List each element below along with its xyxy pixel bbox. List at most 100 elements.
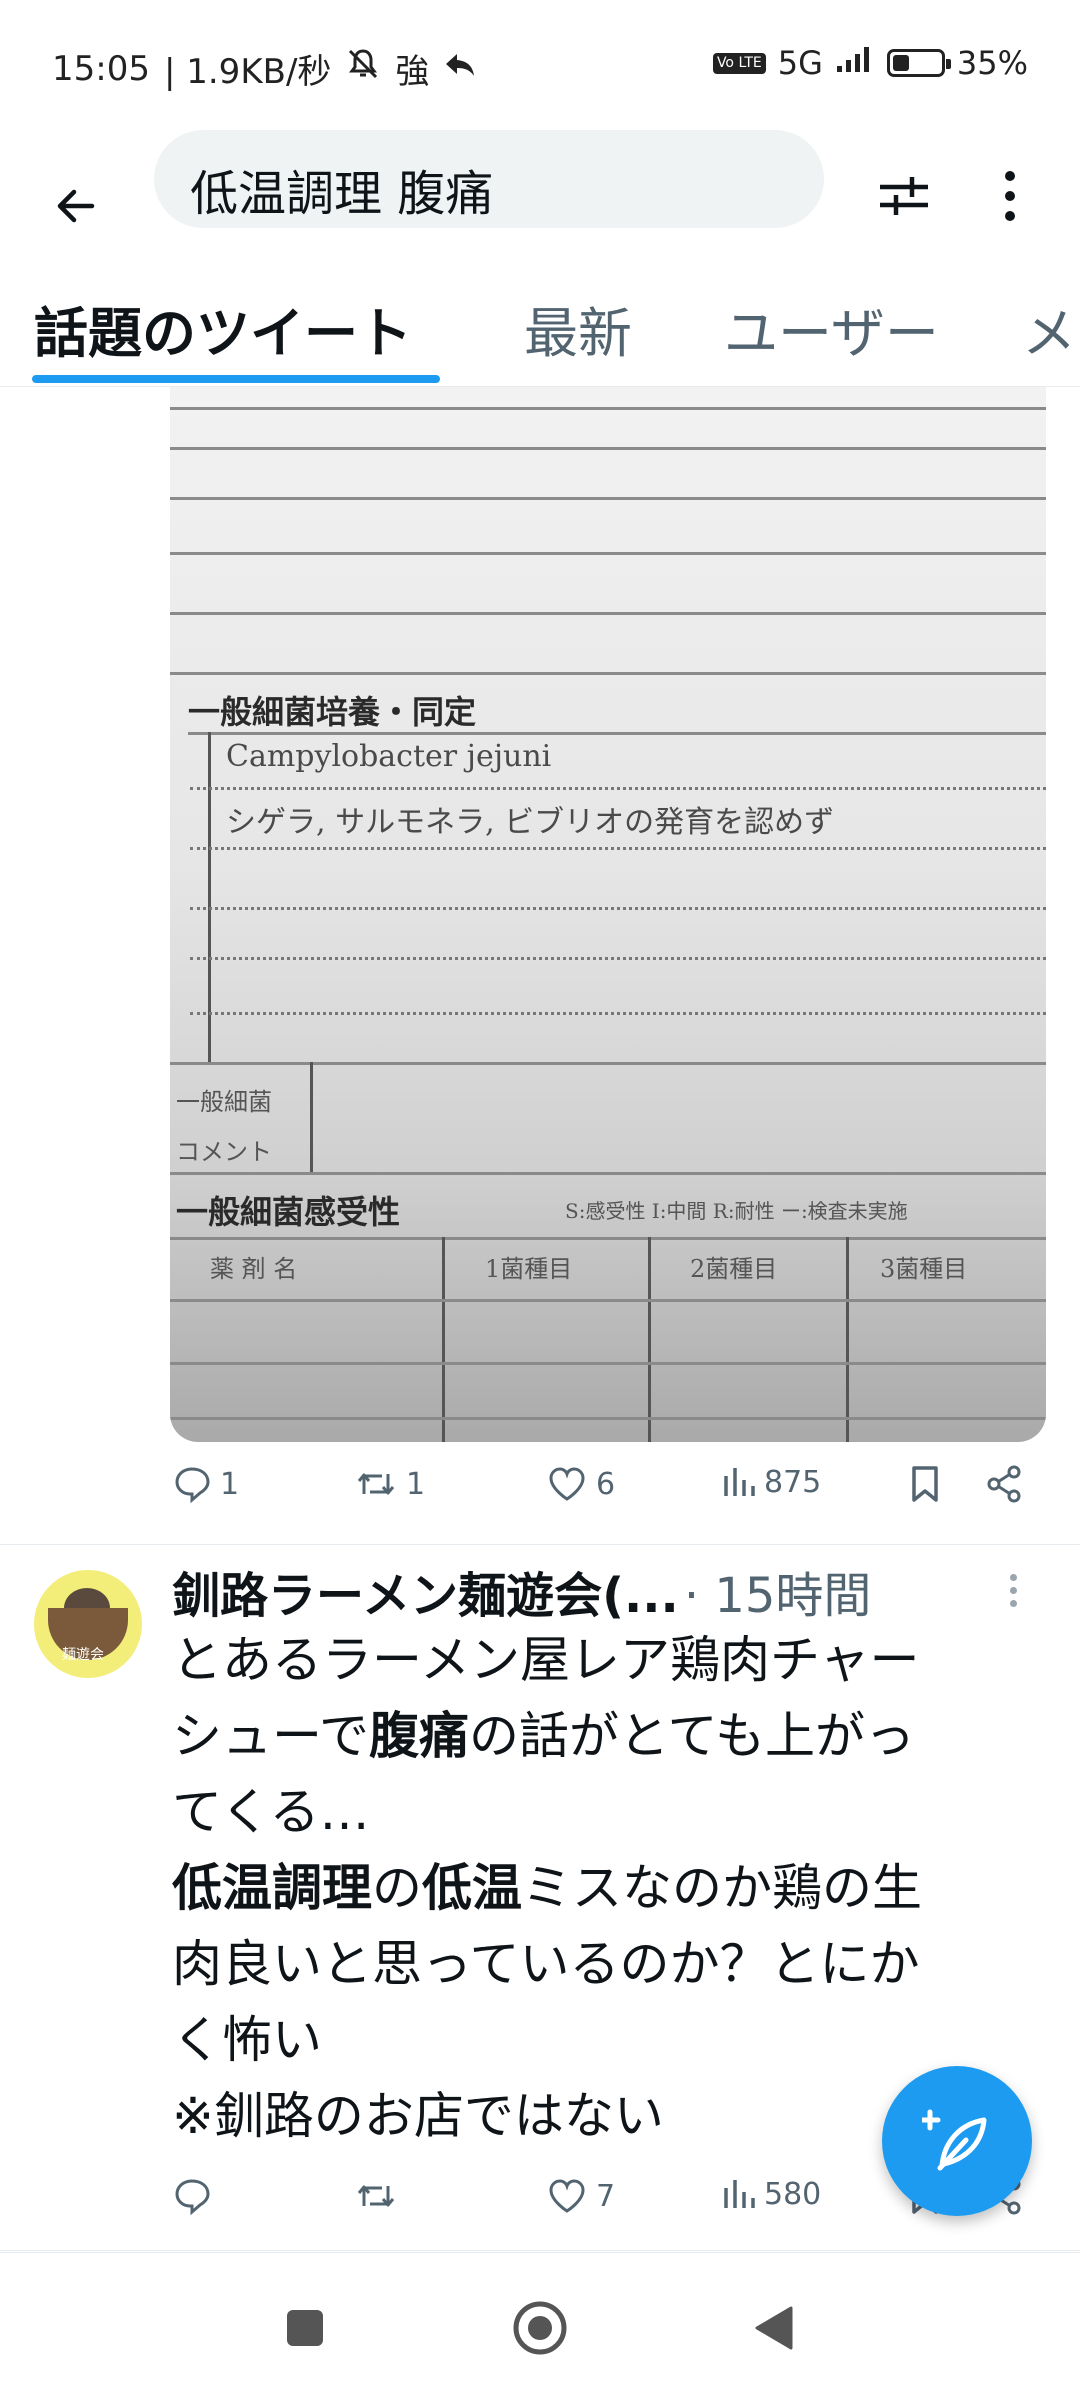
tab-media[interactable]: メ — [1022, 289, 1076, 368]
doc-dotted-rule — [190, 907, 1046, 910]
tweet-image[interactable]: 一般細菌培養・同定 Campylobacter jejuni シゲラ, サルモネ… — [170, 387, 1046, 1442]
doc-col-3: 3菌種目 — [880, 1255, 968, 1283]
doc-dotted-rule — [190, 957, 1046, 960]
doc-dotted-rule — [190, 847, 1046, 850]
doc-heading-sensitivity: 一般細菌感受性 — [176, 1193, 401, 1231]
tweet-text[interactable]: とあるラーメン屋レア鶏肉チャーシューで腹痛の話がとても上がってくる… 低温調理の低… — [172, 1622, 1032, 2154]
reply-icon — [175, 1467, 210, 1504]
tweet-text-line: シューで腹痛の話がとても上がっ — [172, 1698, 1032, 1774]
more-dot-icon — [1005, 191, 1015, 201]
like-button[interactable]: 7 — [546, 2176, 615, 2216]
tweet-text-line: てくる… — [172, 1774, 1032, 1850]
doc-rule — [442, 1237, 445, 1442]
highlighted-keyword: 低温調理 — [172, 1859, 372, 1917]
doc-col-drug: 薬 剤 名 — [210, 1255, 298, 1283]
doc-row-label-bacteria: 一般細菌 — [176, 1088, 272, 1116]
tweet-time: · 15時間 — [683, 1568, 872, 1624]
doc-dotted-rule — [190, 1012, 1046, 1015]
views-count: 580 — [764, 2176, 822, 2212]
heart-icon — [549, 1467, 585, 1501]
more-dot-icon — [1010, 1600, 1017, 1607]
battery-level — [892, 55, 909, 71]
tab-users[interactable]: ユーザー — [724, 289, 939, 368]
tab-latest[interactable]: 最新 — [524, 289, 632, 368]
tweet-text-line: 低温調理の低温ミスなのか鶏の生 — [172, 1850, 1032, 1926]
doc-note: シゲラ, サルモネラ, ビブリオの発育を認めず — [226, 805, 835, 840]
avatar-text: 麺遊会 — [62, 1647, 104, 1663]
tab-top-tweets[interactable]: 話題のツイート — [34, 289, 412, 368]
tweet-divider — [0, 1544, 1080, 1545]
tweet1-actions: 1 1 6 875 — [170, 1464, 1046, 1524]
tweet-text-segment: シューで — [172, 1707, 369, 1765]
status-time: 15:05 — [52, 48, 150, 89]
status-network: 5G — [777, 44, 823, 82]
doc-rule — [310, 1062, 313, 1172]
nav-back-button[interactable] — [740, 2293, 810, 2363]
sliders-icon — [880, 177, 928, 215]
doc-col-1: 1菌種目 — [485, 1255, 573, 1283]
tweet-text-segment: 肉良いと思っているのか？とにか — [172, 1935, 920, 1993]
nav-recents-button[interactable] — [270, 2293, 340, 2363]
doc-heading-culture: 一般細菌培養・同定 — [188, 693, 477, 731]
doc-rule — [170, 1237, 1046, 1240]
doc-rule — [170, 407, 1046, 410]
status-speed: | 1.9KB/秒 — [163, 52, 332, 92]
back-button[interactable] — [40, 170, 112, 242]
more-dot-icon — [1010, 1587, 1017, 1594]
square-icon — [287, 2310, 323, 2346]
tweet-text-segment: ミスなのか鶏の生 — [522, 1859, 922, 1917]
status-bar: 15:05 | 1.9KB/秒 強 Vo LTE 5G 35% — [0, 0, 1080, 130]
reply-button[interactable]: 1 — [172, 1464, 239, 1504]
tweet-text-segment: の話がとても上がっ — [469, 1707, 915, 1765]
home-circle-icon — [513, 2301, 567, 2355]
search-tabs: 話題のツイート 最新 ユーザー メ — [0, 275, 1080, 387]
views-button[interactable]: 580 — [722, 2176, 821, 2212]
tweet-text-line: く怖い — [172, 2002, 1032, 2078]
doc-rule — [170, 552, 1046, 555]
status-battery-text: 35% — [956, 44, 1028, 82]
tweet2-header: 釧路ラーメン麺遊会(... · 15時間 — [172, 1556, 1012, 1626]
signal-icon — [835, 44, 875, 82]
retweet-icon — [357, 1473, 395, 1495]
like-count: 6 — [596, 1466, 616, 1502]
search-query: 低温調理 腹痛 — [190, 166, 494, 222]
back-arrow-icon — [57, 189, 95, 223]
back-triangle-icon — [755, 2306, 793, 2350]
bookmark-button[interactable] — [908, 1464, 942, 1504]
retweet-button[interactable] — [354, 2176, 406, 2216]
search-filter-button[interactable] — [868, 160, 940, 232]
mute-icon — [345, 46, 381, 91]
compose-tweet-button[interactable] — [882, 2066, 1032, 2216]
status-signal-text: 強 — [395, 52, 430, 92]
doc-rule — [170, 1299, 1046, 1302]
doc-row-label-comment: コメント — [176, 1138, 272, 1166]
tweet-more-button[interactable] — [1010, 1574, 1017, 1607]
like-button[interactable]: 6 — [546, 1464, 615, 1504]
status-left: 15:05 | 1.9KB/秒 強 — [52, 44, 477, 93]
doc-rule — [170, 497, 1046, 500]
doc-rule — [170, 612, 1046, 615]
search-input[interactable]: 低温調理 腹痛 — [154, 130, 824, 228]
battery-icon — [886, 49, 951, 77]
more-options-button[interactable] — [980, 160, 1040, 232]
author-name[interactable]: 釧路ラーメン麺遊会(... — [172, 1568, 679, 1624]
retweet-count: 1 — [406, 1466, 426, 1502]
retweet-button[interactable]: 1 — [354, 1464, 425, 1504]
nav-home-button[interactable] — [505, 2293, 575, 2363]
tweet-text-segment: く怖い — [172, 2011, 322, 2069]
avatar[interactable]: 麺遊会 — [34, 1570, 142, 1678]
status-right: Vo LTE 5G 35% — [712, 44, 1028, 82]
tweet-text-segment: とあるラーメン屋レア鶏肉チャー — [172, 1631, 920, 1689]
tweet-text-segment: てくる… — [172, 1783, 370, 1841]
search-header: 低温調理 腹痛 — [0, 130, 1080, 270]
views-button[interactable]: 875 — [722, 1464, 821, 1500]
share-button[interactable] — [984, 1464, 1024, 1504]
tweet-text-segment: の — [372, 1859, 422, 1917]
doc-rule — [188, 732, 1046, 735]
doc-legend-text: S:感受性 I:中間 R:耐性 ー:検査未実施 — [565, 1199, 908, 1223]
reply-button[interactable] — [172, 2176, 220, 2216]
doc-rule — [846, 1237, 849, 1442]
tweet-text-line: とあるラーメン屋レア鶏肉チャー — [172, 1622, 1032, 1698]
retweet-icon — [357, 2185, 395, 2207]
views-chart-icon — [724, 1468, 755, 1496]
